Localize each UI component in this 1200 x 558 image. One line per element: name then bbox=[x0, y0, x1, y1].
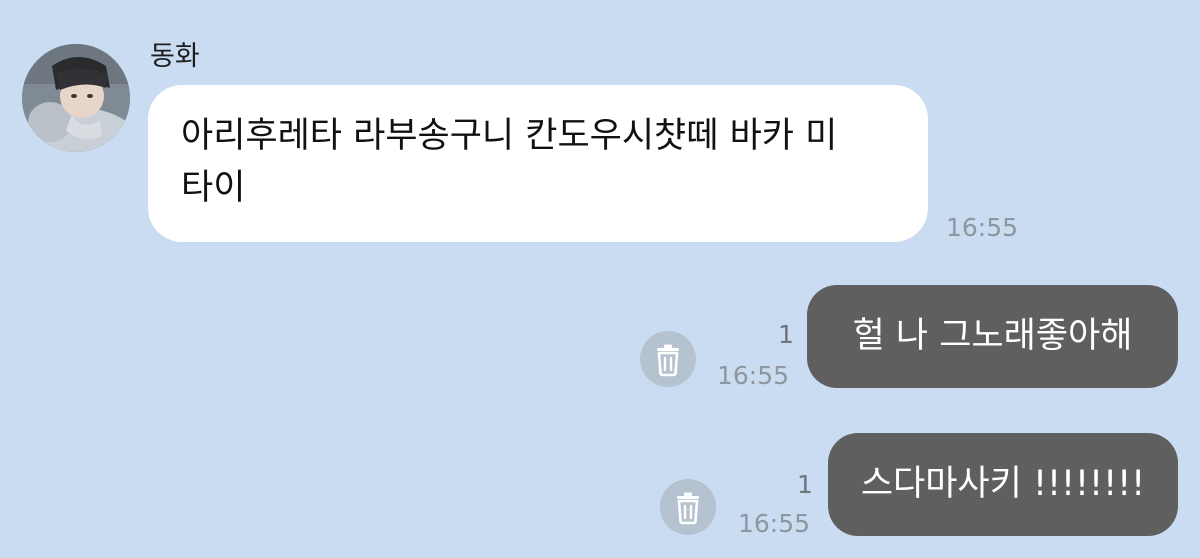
outgoing-message-bubble[interactable]: 스다마사키 !!!!!!!! bbox=[828, 433, 1178, 536]
profile-photo bbox=[22, 44, 130, 152]
message-timestamp: 16:55 bbox=[717, 361, 790, 390]
trash-icon bbox=[657, 344, 679, 377]
message-text-line: 타이 bbox=[181, 168, 246, 208]
outgoing-message-bubble[interactable]: 헐 나 그노래좋아해 bbox=[807, 285, 1178, 388]
sender-name: 동화 bbox=[150, 41, 200, 72]
message-timestamp: 16:55 bbox=[946, 213, 1019, 242]
unread-count: 1 bbox=[797, 470, 813, 499]
sender-avatar[interactable] bbox=[22, 44, 130, 152]
incoming-message-bubble[interactable]: 아리후레타 라부송구니 칸도우시챳떼 바카 미 타이 bbox=[148, 85, 928, 242]
delete-message-button[interactable] bbox=[640, 331, 696, 387]
message-text-line: 아리후레타 라부송구니 칸도우시챳떼 바카 미 bbox=[181, 116, 838, 156]
trash-icon bbox=[677, 492, 699, 525]
delete-message-button[interactable] bbox=[660, 479, 716, 535]
unread-count: 1 bbox=[778, 320, 794, 349]
message-timestamp: 16:55 bbox=[738, 509, 811, 538]
